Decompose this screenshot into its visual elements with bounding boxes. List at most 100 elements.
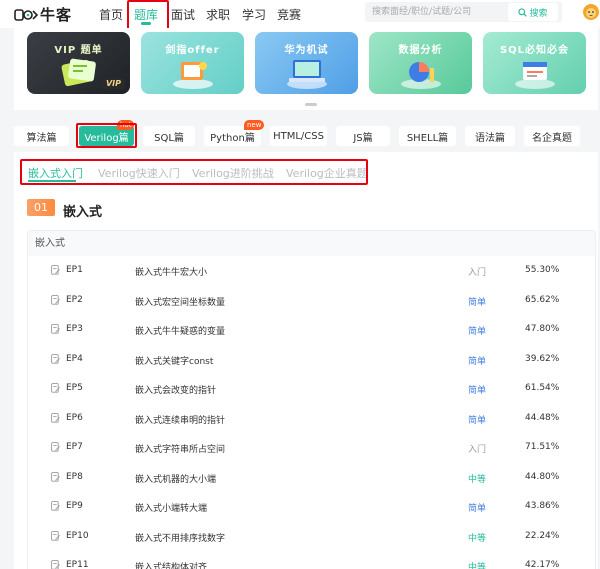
problem-code: EP2 xyxy=(66,294,83,305)
carousel-indicator[interactable] xyxy=(305,103,317,106)
user-avatar[interactable] xyxy=(582,1,600,23)
problem-title[interactable]: 嵌入式会改变的指针 xyxy=(135,383,216,396)
search-button[interactable]: 搜索 xyxy=(508,3,558,21)
nav-contest[interactable]: 竞赛 xyxy=(277,6,301,23)
search-button-label: 搜索 xyxy=(529,8,548,19)
section-title: 嵌入式 xyxy=(63,205,103,220)
section-number: 01 xyxy=(27,199,55,216)
vip-badge: VIP xyxy=(101,78,125,89)
problem-row[interactable]: EP8 嵌入式机器的大小端 中等 44.80% xyxy=(28,464,595,493)
banner-sql[interactable]: SQL必知必会 xyxy=(483,32,586,94)
problem-code: EP1 xyxy=(66,265,83,275)
problem-row[interactable]: EP7 嵌入式字符串所占空间 入门 71.51% xyxy=(28,434,595,463)
problem-pass-rate: 71.51% xyxy=(525,442,560,452)
vip-question-list-icon xyxy=(61,58,96,87)
problem-row[interactable]: EP10 嵌入式不用排序找数字 中等 22.24% xyxy=(28,523,595,552)
problem-code: EP7 xyxy=(66,442,83,452)
problem-title[interactable]: 嵌入式牛牛宏大小 xyxy=(135,265,207,278)
problem-code: EP3 xyxy=(66,324,83,334)
problem-title[interactable]: 嵌入式机器的大小端 xyxy=(135,472,216,485)
question-panel: 嵌入式入门 Verilog快速入门 Verilog进阶挑战 Verilog企业真… xyxy=(14,152,598,569)
category-sql[interactable]: SQL篇 xyxy=(143,126,195,146)
category-syntax[interactable]: 语法篇 xyxy=(465,126,515,146)
problem-pass-rate: 39.62% xyxy=(525,353,560,364)
search-box: 搜索 xyxy=(365,2,562,22)
edit-note-icon xyxy=(51,530,60,541)
problem-code: EP6 xyxy=(66,412,83,423)
problem-title[interactable]: 嵌入式连续串明的指针 xyxy=(135,413,225,426)
problem-code: EP4 xyxy=(66,353,83,364)
problem-row[interactable]: EP5 嵌入式会改变的指针 简单 61.54% xyxy=(28,375,595,404)
problem-pass-rate: 44.80% xyxy=(525,471,560,482)
problem-row[interactable]: EP11 嵌入式结构体对齐 中等 42.17% xyxy=(28,552,595,569)
nowcoder-logo-icon xyxy=(14,7,38,23)
category-algorithm[interactable]: 算法篇 xyxy=(14,126,69,146)
sql-book-icon xyxy=(515,62,555,89)
category-company[interactable]: 名企真题 xyxy=(524,126,580,146)
problem-difficulty: 简单 xyxy=(468,356,487,367)
problem-title[interactable]: 嵌入式宏空间坐标数量 xyxy=(135,295,225,308)
problem-title[interactable]: 嵌入式关键字const xyxy=(135,354,213,367)
problem-pass-rate: 44.48% xyxy=(525,412,560,423)
problem-code: EP8 xyxy=(66,471,83,482)
category-html-css[interactable]: HTML/CSS xyxy=(270,126,327,146)
banner-huawei[interactable]: 华为机试 xyxy=(255,32,358,94)
banner-vip[interactable]: VIP 题单 VIP xyxy=(27,32,130,94)
problem-code: EP9 xyxy=(66,501,83,511)
problem-row[interactable]: EP1 嵌入式牛牛宏大小 入门 55.30% xyxy=(28,257,595,286)
problem-difficulty: 简单 xyxy=(468,327,487,337)
problem-difficulty: 简单 xyxy=(468,386,487,396)
edit-note-icon xyxy=(51,442,60,452)
banner-offer[interactable]: 剑指offer xyxy=(141,32,244,94)
edit-note-icon xyxy=(51,265,60,275)
problem-row[interactable]: EP4 嵌入式关键字const 简单 39.62% xyxy=(28,346,595,375)
problem-title[interactable]: 嵌入式小端转大端 xyxy=(135,501,207,514)
edit-note-icon xyxy=(51,471,60,482)
problem-difficulty: 简单 xyxy=(468,297,487,308)
brand-logo[interactable]: 牛客 xyxy=(14,4,72,25)
category-js[interactable]: JS篇 xyxy=(336,126,390,146)
edit-note-icon xyxy=(51,501,60,511)
problem-code: EP5 xyxy=(66,383,83,393)
problem-title[interactable]: 嵌入式字符串所占空间 xyxy=(135,442,225,455)
laptop-icon xyxy=(287,60,327,89)
problem-row[interactable]: EP6 嵌入式连续串明的指针 简单 44.48% xyxy=(28,405,595,434)
problem-difficulty: 入门 xyxy=(468,268,487,278)
search-icon xyxy=(518,7,528,17)
problem-row[interactable]: EP9 嵌入式小端转大端 简单 43.86% xyxy=(28,493,595,522)
highlight-box-verilog xyxy=(76,123,137,148)
problem-difficulty: 简单 xyxy=(468,415,487,426)
problem-title[interactable]: 嵌入式结构体对齐 xyxy=(135,560,207,569)
problem-pass-rate: 65.62% xyxy=(525,294,560,305)
edit-note-icon xyxy=(51,324,60,334)
edit-note-icon xyxy=(51,383,60,393)
problem-pass-rate: 22.24% xyxy=(525,530,560,541)
nav-jobs[interactable]: 求职 xyxy=(206,6,230,23)
nav-learn[interactable]: 学习 xyxy=(242,6,266,23)
highlight-box-subtabs xyxy=(20,159,368,185)
problem-list-header: 嵌入式 xyxy=(28,231,595,256)
edit-note-icon xyxy=(51,353,60,364)
problem-row[interactable]: EP3 嵌入式牛牛疑惑的变量 简单 47.80% xyxy=(28,316,595,345)
search-input[interactable] xyxy=(365,3,503,21)
edit-note-icon xyxy=(51,294,60,305)
top-navbar: 牛客 首页 题库 面试 求职 学习 竞赛 搜索 xyxy=(0,0,600,28)
problem-pass-rate: 47.80% xyxy=(525,324,560,334)
problem-code: EP11 xyxy=(66,560,89,569)
problem-difficulty: 中等 xyxy=(468,563,487,569)
problem-title[interactable]: 嵌入式不用排序找数字 xyxy=(135,531,225,544)
problem-pass-rate: 61.54% xyxy=(525,383,560,393)
nav-home[interactable]: 首页 xyxy=(99,6,123,23)
edit-note-icon xyxy=(51,412,60,423)
nav-interview[interactable]: 面试 xyxy=(171,6,195,23)
problem-pass-rate: 42.17% xyxy=(525,560,560,569)
category-shell[interactable]: SHELL篇 xyxy=(399,126,456,146)
banner-data-analysis[interactable]: 数据分析 xyxy=(369,32,472,94)
banner-panel: VIP 题单 VIP 剑指offer 华为机试 数据分析 SQL必知必会 xyxy=(14,28,598,110)
problem-list: 嵌入式 EP1 嵌入式牛牛宏大小 入门 55.30% EP2 嵌入式宏空间坐标数量 简单 65… xyxy=(27,230,596,569)
problem-row[interactable]: EP2 嵌入式宏空间坐标数量 简单 65.62% xyxy=(28,287,595,316)
problem-difficulty: 入门 xyxy=(468,445,487,455)
new-tag: new xyxy=(244,120,265,130)
problem-title[interactable]: 嵌入式牛牛疑惑的变量 xyxy=(135,324,225,337)
problem-difficulty: 中等 xyxy=(468,474,487,485)
